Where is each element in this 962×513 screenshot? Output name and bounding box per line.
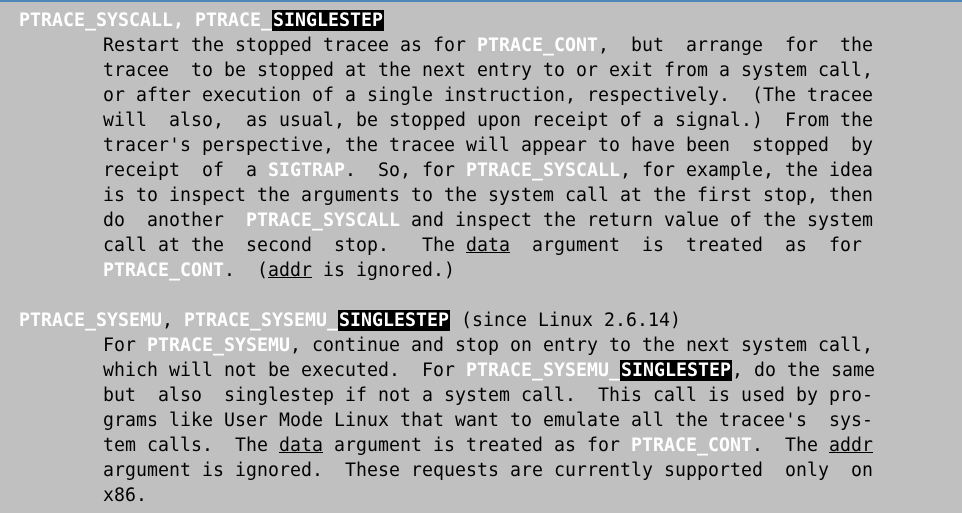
term-name-prefix: PTRACE_ (195, 10, 272, 31)
text: . The (752, 435, 829, 456)
term-ref: PTRACE_CONT (477, 35, 598, 56)
text-line: grams like User Mode Linux that want to … (103, 410, 873, 431)
text: , for example, the idea (620, 160, 873, 181)
term-ref: SIGTRAP (268, 160, 345, 181)
term-name-prefix: PTRACE_SYSEMU_ (184, 310, 338, 331)
text-line: argument is ignored. These requests are … (103, 460, 873, 481)
text-line: is to inspect the arguments to the syste… (103, 185, 873, 206)
term-ref: PTRACE_SYSEMU_ (466, 360, 620, 381)
text: argument is treated as for (510, 235, 862, 256)
text-line: will also, as usual, be stopped upon rec… (103, 110, 873, 131)
text: . ( (224, 260, 268, 281)
text-line: do another PTRACE_SYSCALL and inspect th… (103, 208, 873, 233)
text: For (103, 335, 147, 356)
text-line: tracee to be stopped at the next entry t… (103, 60, 873, 81)
text-line: PTRACE_CONT. (addr is ignored.) (103, 258, 455, 283)
text: argument is treated as for (323, 435, 631, 456)
text: . So, for (345, 160, 466, 181)
text-line: but also singlestep if not a system call… (103, 385, 873, 406)
text-line: tem calls. The data argument is treated … (103, 433, 873, 458)
terminal-screen: PTRACE_SYSCALL, PTRACE_SINGLESTEP Restar… (0, 0, 962, 513)
text-line: For PTRACE_SYSEMU, continue and stop on … (103, 333, 873, 358)
text: do another (103, 210, 246, 231)
text: tem calls. The (103, 435, 279, 456)
text: , continue and stop on entry to the next… (290, 335, 873, 356)
text-line: or after execution of a single instructi… (103, 85, 873, 106)
text: , but arrange for the (598, 35, 873, 56)
argument-ref: addr (829, 435, 873, 456)
argument-ref: data (466, 235, 510, 256)
text: call at the second stop. The (103, 235, 466, 256)
search-match-highlight: SINGLESTEP (338, 310, 450, 331)
term-heading-ptrace-syscall: PTRACE_SYSCALL, PTRACE_SINGLESTEP (19, 8, 384, 33)
text: which will not be executed. For (103, 360, 466, 381)
text-line: which will not be executed. For PTRACE_S… (103, 358, 875, 383)
text: receipt of a (103, 160, 268, 181)
term-ref: PTRACE_CONT (631, 435, 752, 456)
text: , do the same (732, 360, 875, 381)
term-name: PTRACE_SYSCALL (19, 10, 173, 31)
separator: , (162, 310, 184, 331)
term-name: PTRACE_SYSEMU (19, 310, 162, 331)
text-line: tracer's perspective, the tracee will ap… (103, 135, 873, 156)
text: and inspect the return value of the syst… (400, 210, 873, 231)
text-line: receipt of a SIGTRAP. So, for PTRACE_SYS… (103, 158, 873, 183)
term-ref: PTRACE_CONT (103, 260, 224, 281)
term-ref: PTRACE_SYSCALL (246, 210, 400, 231)
term-heading-ptrace-sysemu: PTRACE_SYSEMU, PTRACE_SYSEMU_SINGLESTEP … (19, 308, 681, 333)
text: Restart the stopped tracee as for (103, 35, 477, 56)
argument-ref: data (279, 435, 323, 456)
argument-ref: addr (268, 260, 312, 281)
text-line: call at the second stop. The data argume… (103, 233, 862, 258)
text-line: Restart the stopped tracee as for PTRACE… (103, 33, 873, 58)
search-match-highlight: SINGLESTEP (272, 10, 384, 31)
since-version: (since Linux 2.6.14) (450, 310, 681, 331)
text-line: x86. (103, 485, 147, 506)
term-ref: PTRACE_SYSCALL (466, 160, 620, 181)
text: is ignored.) (312, 260, 455, 281)
search-match-highlight: SINGLESTEP (620, 360, 732, 381)
term-ref: PTRACE_SYSEMU (147, 335, 290, 356)
separator: , (173, 10, 195, 31)
